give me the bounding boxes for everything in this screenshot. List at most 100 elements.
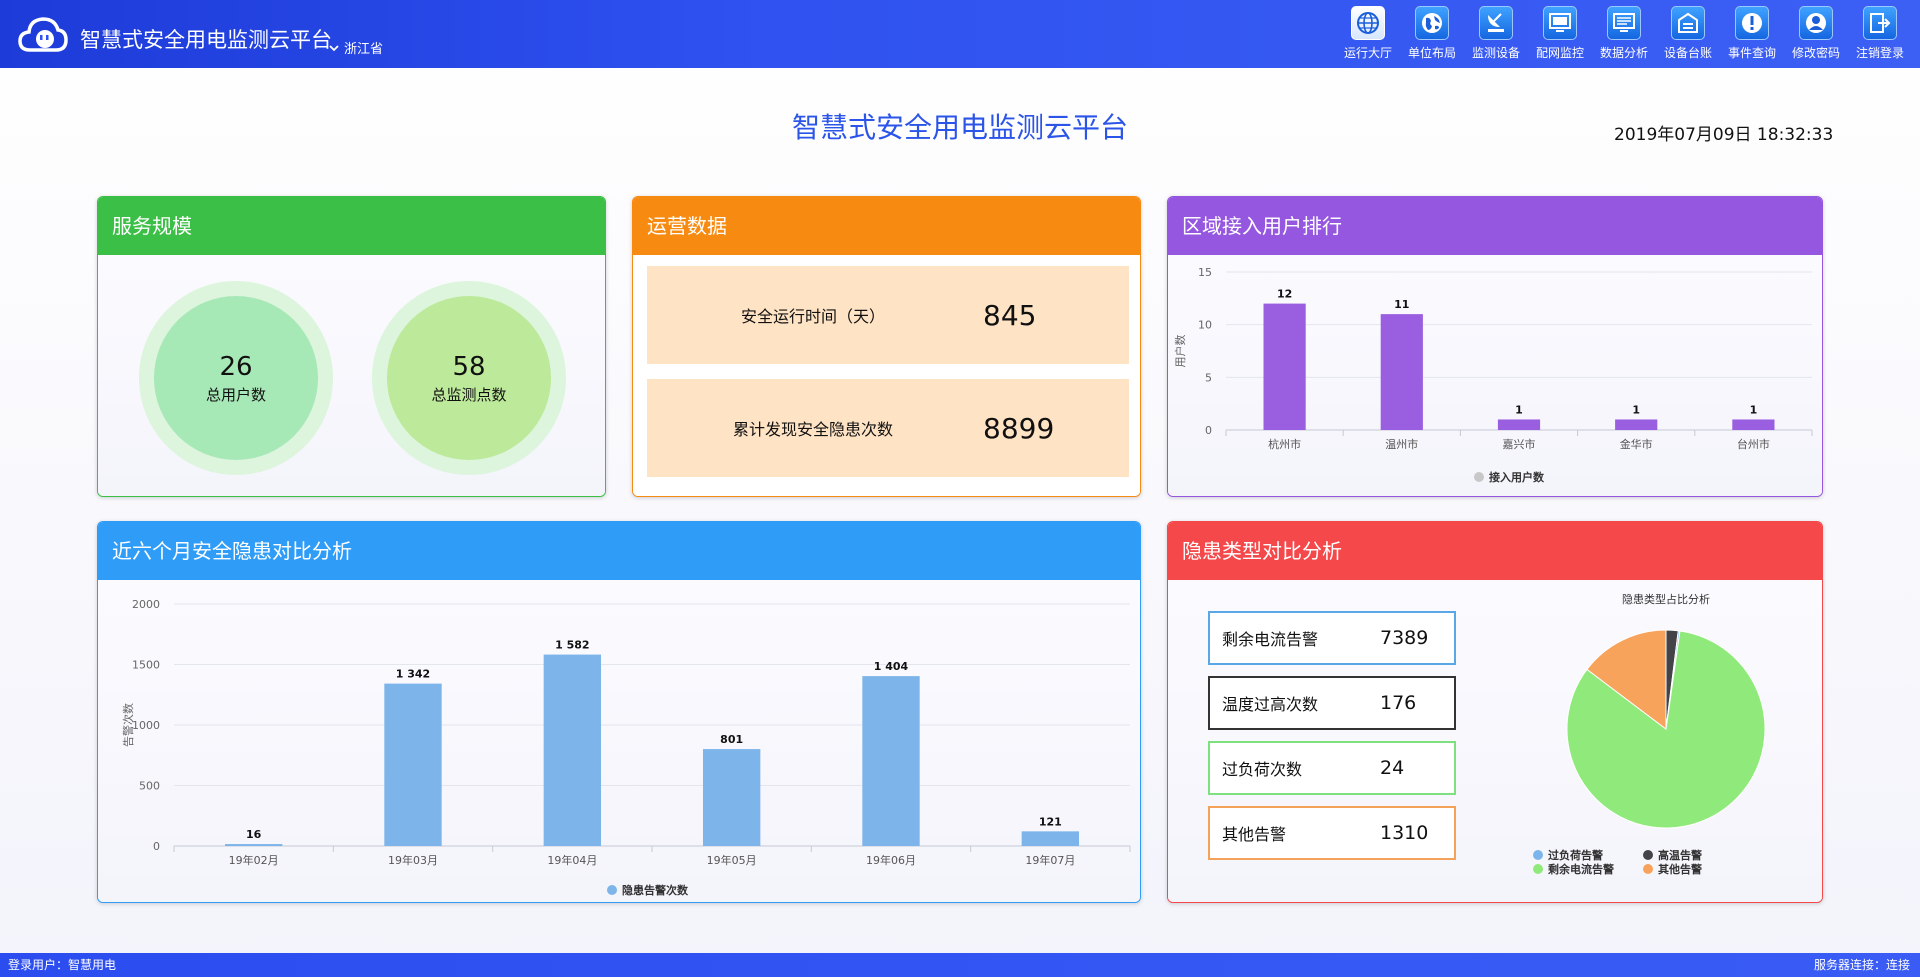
legend-marker: [1643, 850, 1653, 860]
total-users-value: 26: [219, 351, 253, 382]
y-axis-title: 用户数: [1173, 335, 1187, 368]
pie-title: 隐患类型占比分析: [1622, 592, 1710, 606]
hazard-count-row: 累计发现安全隐患次数 8899: [647, 379, 1129, 477]
app-title: 智慧式安全用电监测云平台: [80, 28, 332, 52]
top-header: 智慧式安全用电监测云平台 浙江省 运行大厅 单位布局 监测设备 配网监控 数据分…: [0, 0, 1920, 68]
bar: [224, 844, 283, 846]
nav-unit-layout[interactable]: 单位布局: [1400, 6, 1464, 62]
total-users-label: 总用户数: [205, 385, 266, 404]
y-tick-label: 5: [1205, 371, 1212, 384]
y-tick-label: 0: [153, 840, 160, 853]
ledger-icon: [1671, 6, 1705, 40]
legend-label: 隐患告警次数: [622, 883, 689, 897]
bar: [543, 654, 602, 846]
nav-change-password[interactable]: 修改密码: [1784, 6, 1848, 62]
legend-label: 其他告警: [1658, 862, 1702, 876]
monthly-hazard-panel: 近六个月安全隐患对比分析 0 500 1000 1500 2000 告警次数 16 19年02…: [97, 521, 1141, 903]
stat-label: 其他告警: [1222, 825, 1287, 844]
stat-value: 1310: [1380, 822, 1429, 844]
nav-monitor-device[interactable]: 监测设备: [1464, 6, 1528, 62]
y-tick-label: 0: [1205, 424, 1212, 437]
nav-label: 修改密码: [1791, 46, 1840, 60]
nav-label: 设备台账: [1663, 46, 1712, 60]
stat-label: 温度过高次数: [1222, 695, 1319, 714]
nav-device-ledger[interactable]: 设备台账: [1656, 6, 1720, 62]
earth-icon: [1415, 6, 1449, 40]
operations-panel: 运营数据 安全运行时间（天） 845 累计发现安全隐患次数 8899: [632, 196, 1141, 497]
data-label: 16: [246, 828, 262, 841]
x-tick-label: 19年04月: [547, 853, 597, 867]
data-label: 11: [1394, 298, 1409, 311]
bar: [1497, 419, 1541, 430]
nav-grid-monitor[interactable]: 配网监控: [1528, 6, 1592, 62]
stat-value: 7389: [1380, 627, 1429, 649]
x-tick-label: 台州市: [1737, 437, 1770, 451]
data-label: 12: [1277, 288, 1292, 301]
safe-runtime-row: 安全运行时间（天） 845: [647, 266, 1129, 364]
bar: [862, 676, 920, 846]
y-tick-label: 1000: [132, 719, 160, 732]
stat-label: 剩余电流告警: [1222, 630, 1319, 649]
legend-marker: [1533, 850, 1543, 860]
alert-icon: [1735, 6, 1769, 40]
panel-title: 隐患类型对比分析: [1168, 522, 1822, 580]
screen-chart-icon: [1607, 6, 1641, 40]
other-alarm-stat: 其他告警 1310: [1208, 806, 1456, 860]
over-temperature-stat: 温度过高次数 176: [1208, 676, 1456, 730]
data-label: 801: [720, 733, 743, 746]
region-user-bar-chart: 0 5 10 15 用户数 12 杭州市 11 温州市 1 嘉兴市 1 金华市 1 台州市接入用户数: [1173, 266, 1813, 484]
legend-label: 接入用户数: [1489, 470, 1545, 484]
nav-label: 单位布局: [1407, 46, 1456, 60]
y-axis-title: 告警次数: [121, 703, 135, 747]
bar: [1263, 303, 1306, 430]
panel-title: 区域接入用户排行: [1168, 197, 1822, 255]
x-tick-label: 嘉兴市: [1503, 437, 1536, 451]
x-tick-label: 19年03月: [388, 853, 438, 867]
x-tick-label: 19年06月: [866, 853, 916, 867]
bar: [1615, 419, 1658, 430]
nav-event-query[interactable]: 事件查询: [1720, 6, 1784, 62]
bar: [702, 749, 761, 846]
nav-logout[interactable]: 注销登录: [1848, 6, 1912, 62]
region-selector[interactable]: 浙江省: [328, 38, 383, 57]
nav-label: 运行大厅: [1343, 46, 1392, 60]
data-label: 121: [1039, 815, 1062, 828]
stat-value: 24: [1380, 757, 1405, 779]
data-label: 1 342: [396, 668, 430, 681]
stat-value: 176: [1380, 692, 1417, 714]
nav-label: 注销登录: [1855, 46, 1904, 60]
service-scale-panel: 服务规模 26 总用户数 58 总监测点数: [97, 196, 606, 497]
legend-label: 过负荷告警: [1548, 848, 1603, 862]
hazard-count-value: 8899: [983, 411, 1055, 445]
y-tick-label: 10: [1198, 319, 1212, 332]
panel-title: 运营数据: [633, 197, 1140, 255]
nav-label: 配网监控: [1535, 46, 1584, 60]
main-nav: 运行大厅 单位布局 监测设备 配网监控 数据分析 设备台账 事件查询 修改密码 …: [1336, 6, 1912, 62]
total-points-label: 总监测点数: [431, 385, 507, 404]
legend-marker: [1533, 864, 1543, 874]
region-rank-panel: 区域接入用户排行 0 5 10 15 用户数 12 杭州市 11 温州市 1 嘉兴市 1 金华市 1 台州市…: [1167, 196, 1823, 497]
legend-label: 剩余电流告警: [1548, 862, 1614, 876]
legend-label: 高温告警: [1658, 848, 1702, 862]
y-tick-label: 1500: [132, 659, 160, 672]
total-points-value: 58: [452, 351, 486, 382]
data-label: 1: [1515, 403, 1523, 416]
data-label: 1: [1632, 403, 1640, 416]
danger-type-pie-chart: 隐患类型占比分析过负荷告警 高温告警剩余电流告警 其他告警: [1533, 592, 1766, 876]
nav-label: 监测设备: [1471, 46, 1520, 60]
safe-runtime-label: 安全运行时间（天）: [741, 307, 886, 326]
x-tick-label: 19年07月: [1025, 853, 1075, 867]
cloud-plug-logo-icon: [18, 17, 68, 52]
chevron-down-icon: [329, 44, 339, 51]
legend-marker: [607, 885, 617, 895]
safe-runtime-value: 845: [983, 298, 1037, 332]
nav-run-hall[interactable]: 运行大厅: [1336, 6, 1400, 62]
globe-icon: [1351, 6, 1385, 40]
status-footer: 登录用户：智慧用电 服务器连接：连接: [0, 953, 1920, 977]
data-label: 1: [1750, 403, 1758, 416]
panel-title: 服务规模: [98, 197, 605, 255]
residual-current-stat: 剩余电流告警 7389: [1208, 611, 1456, 665]
monthly-hazard-bar-chart: 0 500 1000 1500 2000 告警次数 16 19年02月 1 342 19年03月 1…: [121, 598, 1131, 897]
nav-data-analysis[interactable]: 数据分析: [1592, 6, 1656, 62]
x-tick-label: 温州市: [1385, 437, 1418, 451]
